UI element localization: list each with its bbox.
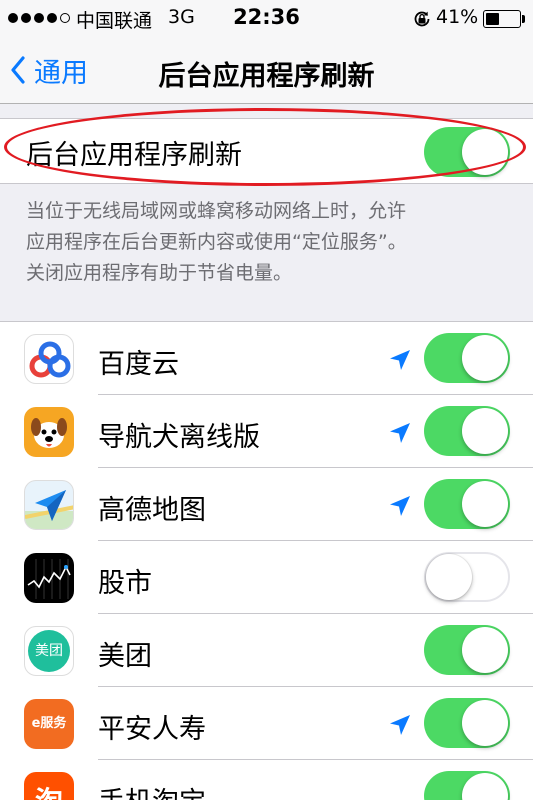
app-toggle-baidu-cloud[interactable] [424,333,510,383]
taobao-icon: 淘 [24,772,74,800]
background-refresh-row: 后台应用程序刷新 [0,118,533,184]
app-toggle-meituan[interactable] [424,625,510,675]
meituan-icon-text: 美团 [28,630,70,672]
app-name: 平安人寿 [98,714,206,745]
description-text: 当位于无线局域网或蜂窝移动网络上时，允许 应用程序在后台更新内容或使用“定位服务… [26,196,516,289]
background-refresh-toggle[interactable] [424,127,510,177]
navigation-dog-icon [24,407,74,457]
description-line: 应用程序在后台更新内容或使用“定位服务”。 [26,231,407,253]
app-row-navigation-dog: 导航犬离线版 [0,395,533,468]
network-type: 3G [168,6,195,28]
app-name: 手机淘宝 [98,780,206,800]
app-name: 股市 [98,568,152,599]
description-line: 当位于无线局域网或蜂窝移动网络上时，允许 [26,200,407,222]
app-row-stocks: 股市 [0,541,533,614]
battery-icon [483,10,521,28]
back-button[interactable]: 通用 [10,50,88,90]
status-bar: 中国联通 3G 22:36 41% [0,0,533,38]
app-name: 百度云 [98,349,179,380]
app-row-amap: 高德地图 [0,468,533,541]
location-arrow-icon [390,715,410,735]
location-arrow-icon [390,496,410,516]
baidu-cloud-icon [24,334,74,384]
battery-terminal [522,15,525,23]
page-title: 后台应用程序刷新 [158,61,375,92]
background-refresh-label: 后台应用程序刷新 [26,140,242,171]
app-name: 高德地图 [98,495,206,526]
carrier-name: 中国联通 [76,10,153,32]
rotation-lock-icon [414,11,430,27]
app-row-baidu-cloud: 百度云 [0,322,533,395]
description-line: 关闭应用程序有助于节省电量。 [26,262,293,284]
taobao-icon-text: 淘 [24,780,74,800]
navigation-bar: 通用 后台应用程序刷新 [0,38,533,104]
app-toggle-stocks[interactable] [424,552,510,602]
app-toggle-amap[interactable] [424,479,510,529]
app-name: 导航犬离线版 [98,422,260,453]
signal-strength-icon [8,13,70,23]
battery-percentage: 41% [436,6,479,28]
back-button-label: 通用 [34,57,88,89]
app-row-taobao: 淘 手机淘宝 [0,760,533,800]
app-row-meituan: 美团 美团 [0,614,533,687]
pingan-icon: e服务 [24,699,74,749]
location-arrow-icon [390,350,410,370]
app-name: 美团 [98,641,152,672]
app-toggle-taobao[interactable] [424,771,510,800]
location-arrow-icon [390,423,410,443]
chevron-left-icon [11,56,25,84]
app-list: 百度云 导航犬离线版 高德地图 股市 美团 美团 e服务 平安人寿 [0,321,533,800]
app-row-pingan: e服务 平安人寿 [0,687,533,760]
meituan-icon: 美团 [24,626,74,676]
app-toggle-navigation-dog[interactable] [424,406,510,456]
pingan-icon-text: e服务 [31,716,67,731]
app-toggle-pingan[interactable] [424,698,510,748]
stocks-icon [24,553,74,603]
amap-icon [24,480,74,530]
